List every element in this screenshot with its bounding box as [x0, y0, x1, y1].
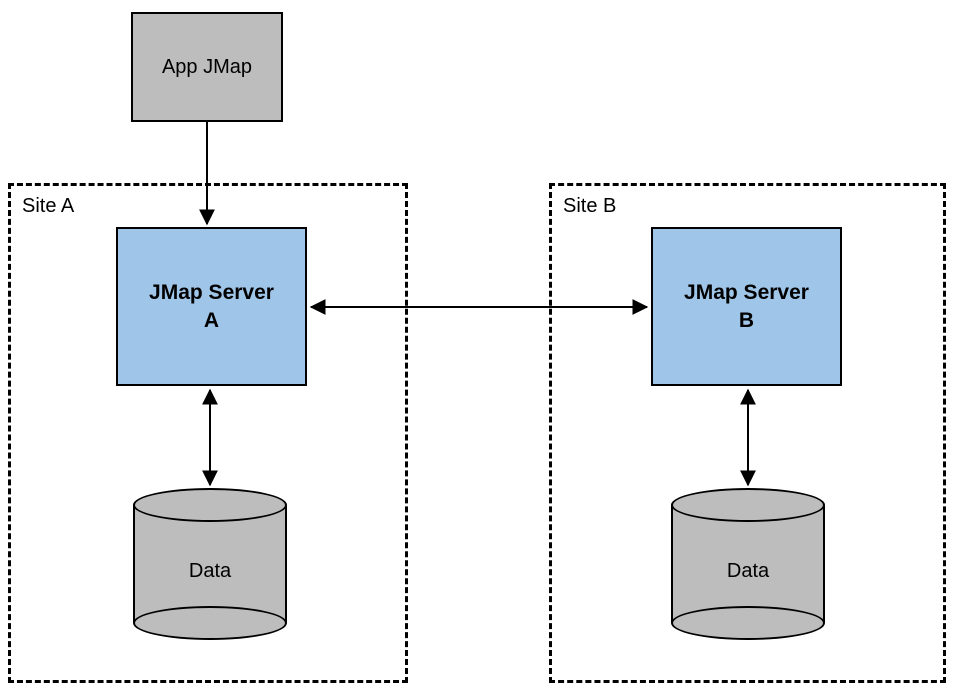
- site-b-label: Site B: [563, 195, 616, 218]
- jmap-server-a-node: JMap Server A: [116, 227, 307, 386]
- data-a-node: Data: [133, 488, 287, 640]
- data-b-label: Data: [727, 560, 769, 583]
- site-a-label: Site A: [22, 195, 74, 218]
- jmap-server-a-label: JMap Server A: [149, 279, 274, 334]
- jmap-server-b-label: JMap Server B: [684, 279, 809, 334]
- data-a-label: Data: [189, 560, 231, 583]
- diagram-canvas: Site A Site B App JMap JMap Server A JMa…: [0, 0, 956, 698]
- data-b-node: Data: [671, 488, 825, 640]
- jmap-server-b-node: JMap Server B: [651, 227, 842, 386]
- app-jmap-node: App JMap: [131, 12, 283, 122]
- app-jmap-label: App JMap: [162, 56, 252, 79]
